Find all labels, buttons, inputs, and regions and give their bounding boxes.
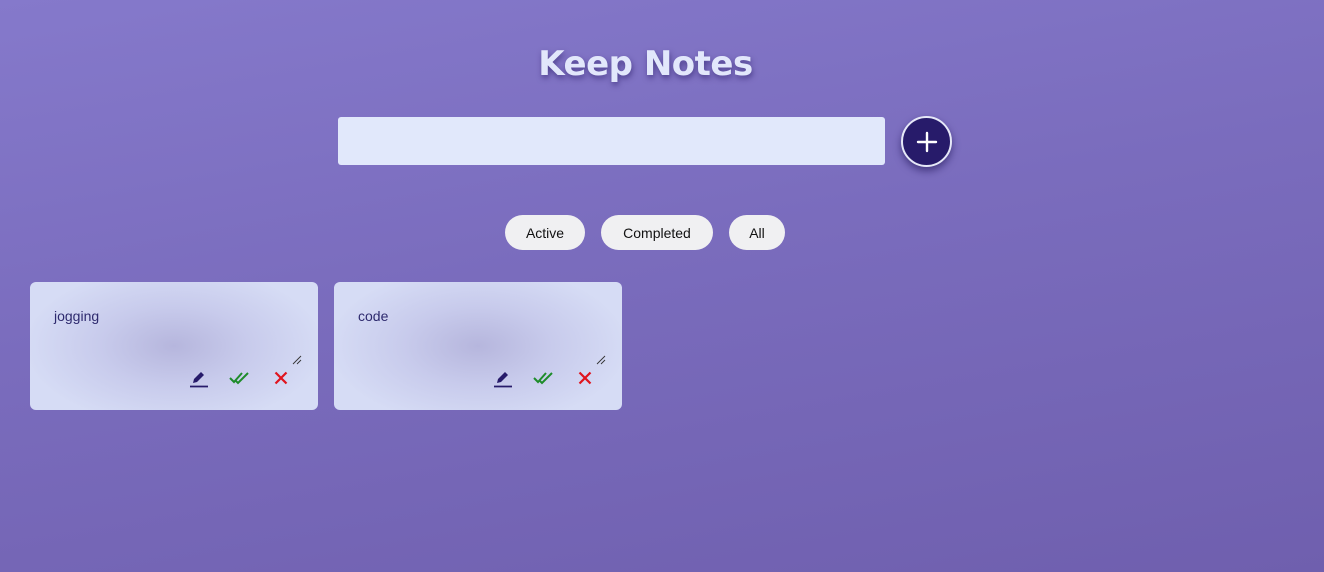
resize-handle-icon[interactable] (292, 355, 302, 365)
edit-button[interactable] (188, 368, 210, 388)
close-icon (274, 371, 288, 385)
filter-all-button[interactable]: All (729, 215, 785, 250)
add-note-button[interactable] (901, 116, 952, 167)
page-title: Keep Notes (538, 44, 753, 84)
edit-button[interactable] (492, 368, 514, 388)
double-check-icon (229, 372, 249, 385)
close-icon (578, 371, 592, 385)
edit-icon (190, 372, 208, 388)
double-check-icon (533, 372, 553, 385)
note-card: jogging (30, 282, 318, 410)
delete-button[interactable] (270, 368, 292, 388)
delete-button[interactable] (574, 368, 596, 388)
new-note-input[interactable] (338, 117, 885, 165)
note-text[interactable]: code (358, 308, 388, 324)
resize-handle-icon[interactable] (596, 355, 606, 365)
complete-button[interactable] (229, 368, 251, 388)
complete-button[interactable] (533, 368, 555, 388)
filter-active-button[interactable]: Active (505, 215, 585, 250)
note-text[interactable]: jogging (54, 308, 99, 324)
filter-completed-button[interactable]: Completed (601, 215, 713, 250)
plus-icon (916, 131, 937, 152)
note-card: code (334, 282, 622, 410)
edit-icon (494, 372, 512, 388)
